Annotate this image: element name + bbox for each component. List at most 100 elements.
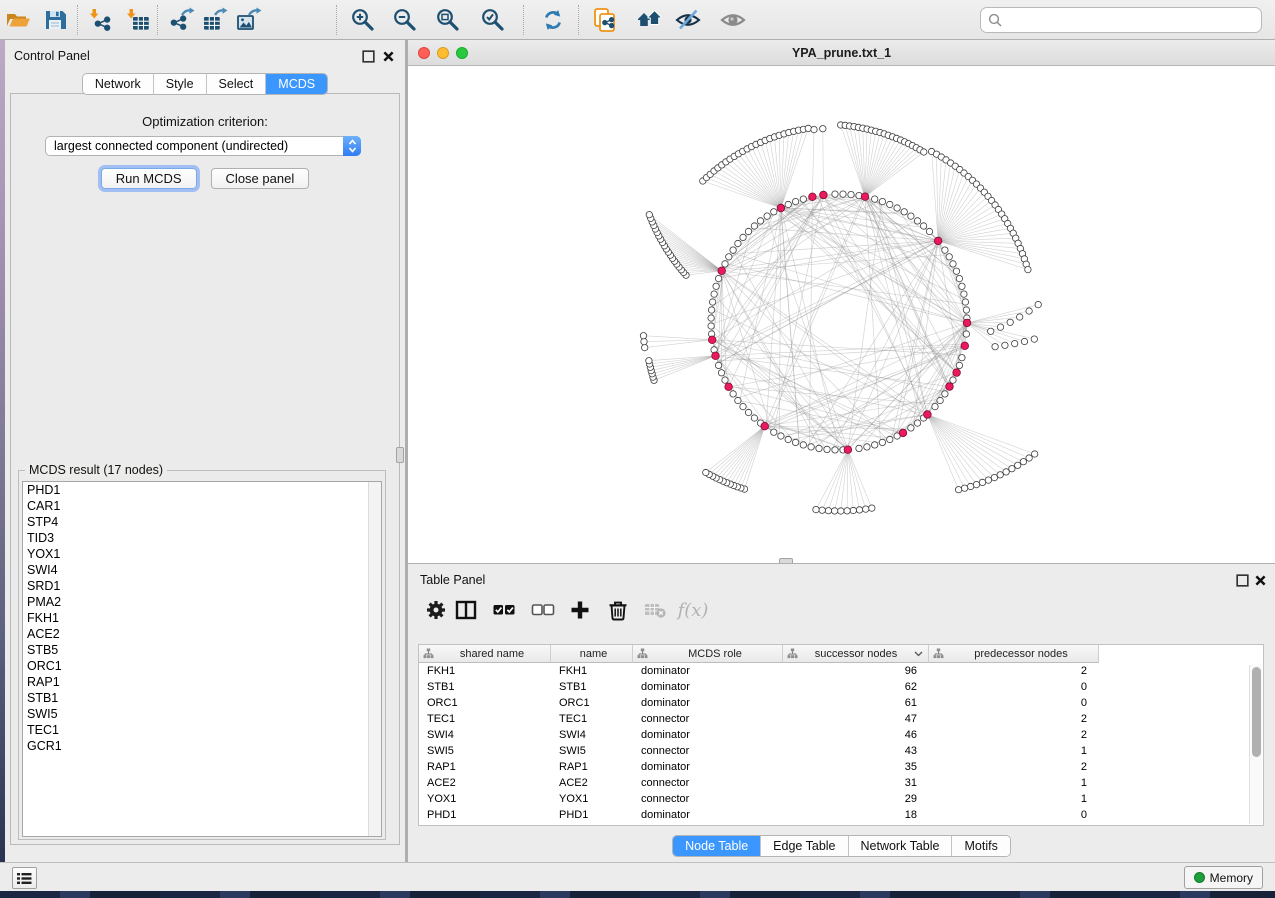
cell-successor-nodes: 96 [783, 663, 929, 679]
delete-table-button [639, 594, 671, 626]
cell-name: RAP1 [551, 759, 633, 775]
mcds-result-item[interactable]: RAP1 [23, 674, 381, 690]
close-panel-button[interactable]: Close panel [211, 168, 310, 189]
hide-selected-button[interactable] [671, 3, 705, 37]
network-canvas[interactable] [408, 66, 1275, 563]
table-row[interactable]: STB1STB1dominator620 [419, 679, 1263, 695]
memory-button[interactable]: Memory [1184, 866, 1263, 889]
table-row[interactable]: YOX1YOX1connector291 [419, 791, 1263, 807]
open-file-button[interactable] [1, 3, 35, 37]
select-all-button[interactable] [488, 594, 520, 626]
column-header-shared-name[interactable]: shared name [419, 645, 551, 663]
tab-node-table[interactable]: Node Table [673, 836, 761, 856]
column-header-name[interactable]: name [551, 645, 633, 663]
column-visibility-button[interactable] [450, 594, 482, 626]
mcds-result-item[interactable]: SWI5 [23, 706, 381, 722]
column-header-MCDS-role[interactable]: MCDS role [633, 645, 783, 663]
show-all-button[interactable] [716, 3, 750, 37]
table-row[interactable]: TEC1TEC1connector472 [419, 711, 1263, 727]
table-row[interactable]: ORC1ORC1dominator610 [419, 695, 1263, 711]
close-table-panel-icon[interactable] [1254, 574, 1267, 587]
run-mcds-button[interactable]: Run MCDS [101, 168, 197, 189]
export-network-button[interactable] [165, 3, 199, 37]
mcds-result-item[interactable]: FKH1 [23, 610, 381, 626]
column-header-predecessor-nodes[interactable]: predecessor nodes [929, 645, 1099, 663]
cell-MCDS-role: dominator [633, 807, 783, 823]
zoom-in-button[interactable] [346, 3, 380, 37]
mcds-result-item[interactable]: PMA2 [23, 594, 381, 610]
column-label: shared name [434, 648, 550, 660]
search-input[interactable] [1006, 10, 1261, 30]
table-panel-title: Table Panel [420, 573, 485, 587]
clone-network-button[interactable] [588, 3, 622, 37]
table-settings-button[interactable] [420, 594, 452, 626]
vertical-splitter-handle[interactable] [396, 447, 404, 463]
deselect-all-button[interactable] [527, 594, 559, 626]
mcds-result-item[interactable]: SWI4 [23, 562, 381, 578]
add-column-button[interactable] [564, 594, 596, 626]
mcds-result-item[interactable]: TEC1 [23, 722, 381, 738]
column-label: MCDS role [648, 648, 782, 660]
tab-style[interactable]: Style [154, 74, 207, 94]
table-row[interactable]: PHD1PHD1dominator180 [419, 807, 1263, 823]
delete-column-button[interactable] [602, 594, 634, 626]
tab-network[interactable]: Network [83, 74, 154, 94]
zoom-selected-button[interactable] [476, 3, 510, 37]
network-window-title: YPA_prune.txt_1 [408, 46, 1275, 60]
float-panel-icon[interactable] [362, 50, 375, 63]
table-body: FKH1FKH1dominator962STB1STB1dominator620… [419, 663, 1263, 823]
export-table-button[interactable] [198, 3, 232, 37]
close-panel-icon[interactable] [382, 50, 395, 63]
tab-motifs[interactable]: Motifs [952, 836, 1009, 856]
cell-successor-nodes: 61 [783, 695, 929, 711]
mcds-result-list[interactable]: PHD1CAR1STP4TID3YOX1SWI4SRD1PMA2FKH1ACE2… [22, 481, 382, 837]
refresh-layout-button[interactable] [536, 3, 570, 37]
eye-icon [720, 7, 746, 33]
mcds-result-item[interactable]: ACE2 [23, 626, 381, 642]
first-neighbors-button[interactable] [633, 3, 667, 37]
cell-shared-name: STB1 [419, 679, 551, 695]
table-row[interactable]: FKH1FKH1dominator962 [419, 663, 1263, 679]
float-table-panel-icon[interactable] [1236, 574, 1249, 587]
save-session-button[interactable] [39, 3, 73, 37]
optimization-criterion-select[interactable]: largest connected component (undirected) [45, 136, 361, 156]
mcds-result-item[interactable]: PHD1 [23, 482, 381, 498]
mcds-result-item[interactable]: STB1 [23, 690, 381, 706]
mcds-result-item[interactable]: STB5 [23, 642, 381, 658]
network-window-titlebar[interactable]: YPA_prune.txt_1 [408, 40, 1275, 66]
tab-network-table[interactable]: Network Table [849, 836, 953, 856]
tab-select[interactable]: Select [207, 74, 267, 94]
zoom-out-button[interactable] [388, 3, 422, 37]
folder-open-icon [5, 7, 31, 33]
table-row[interactable]: SWI4SWI4dominator462 [419, 727, 1263, 743]
import-network-button[interactable] [83, 3, 117, 37]
mcds-result-item[interactable]: ORC1 [23, 658, 381, 674]
task-history-button[interactable] [12, 867, 37, 889]
tab-mcds[interactable]: MCDS [266, 74, 327, 94]
network-graph[interactable] [408, 66, 1275, 563]
export-image-button[interactable] [232, 3, 266, 37]
mcds-result-item[interactable]: STP4 [23, 514, 381, 530]
table-row[interactable]: SWI5SWI5connector431 [419, 743, 1263, 759]
table-row[interactable]: RAP1RAP1dominator352 [419, 759, 1263, 775]
zoom-fit-button[interactable] [431, 3, 465, 37]
import-table-button[interactable] [120, 3, 154, 37]
list-scrollbar[interactable] [368, 482, 381, 836]
first-neighbors-icon [637, 7, 663, 33]
network-view-window: YPA_prune.txt_1 [408, 40, 1275, 563]
table-scrollbar[interactable] [1249, 665, 1262, 824]
function-builder-button: f(x) [677, 594, 709, 626]
cell-predecessor-nodes: 2 [929, 759, 1099, 775]
column-header-successor-nodes[interactable]: successor nodes [783, 645, 929, 663]
mcds-result-item[interactable]: SRD1 [23, 578, 381, 594]
status-bar: Memory [0, 862, 1275, 891]
mcds-result-item[interactable]: GCR1 [23, 738, 381, 754]
mcds-result-item[interactable]: TID3 [23, 530, 381, 546]
mcds-result-item[interactable]: YOX1 [23, 546, 381, 562]
cell-predecessor-nodes: 2 [929, 663, 1099, 679]
table-row[interactable]: ACE2ACE2connector311 [419, 775, 1263, 791]
table-scrollbar-thumb[interactable] [1252, 667, 1261, 757]
tab-edge-table[interactable]: Edge Table [761, 836, 848, 856]
selected-option-label: largest connected component (undirected) [46, 139, 343, 153]
mcds-result-item[interactable]: CAR1 [23, 498, 381, 514]
